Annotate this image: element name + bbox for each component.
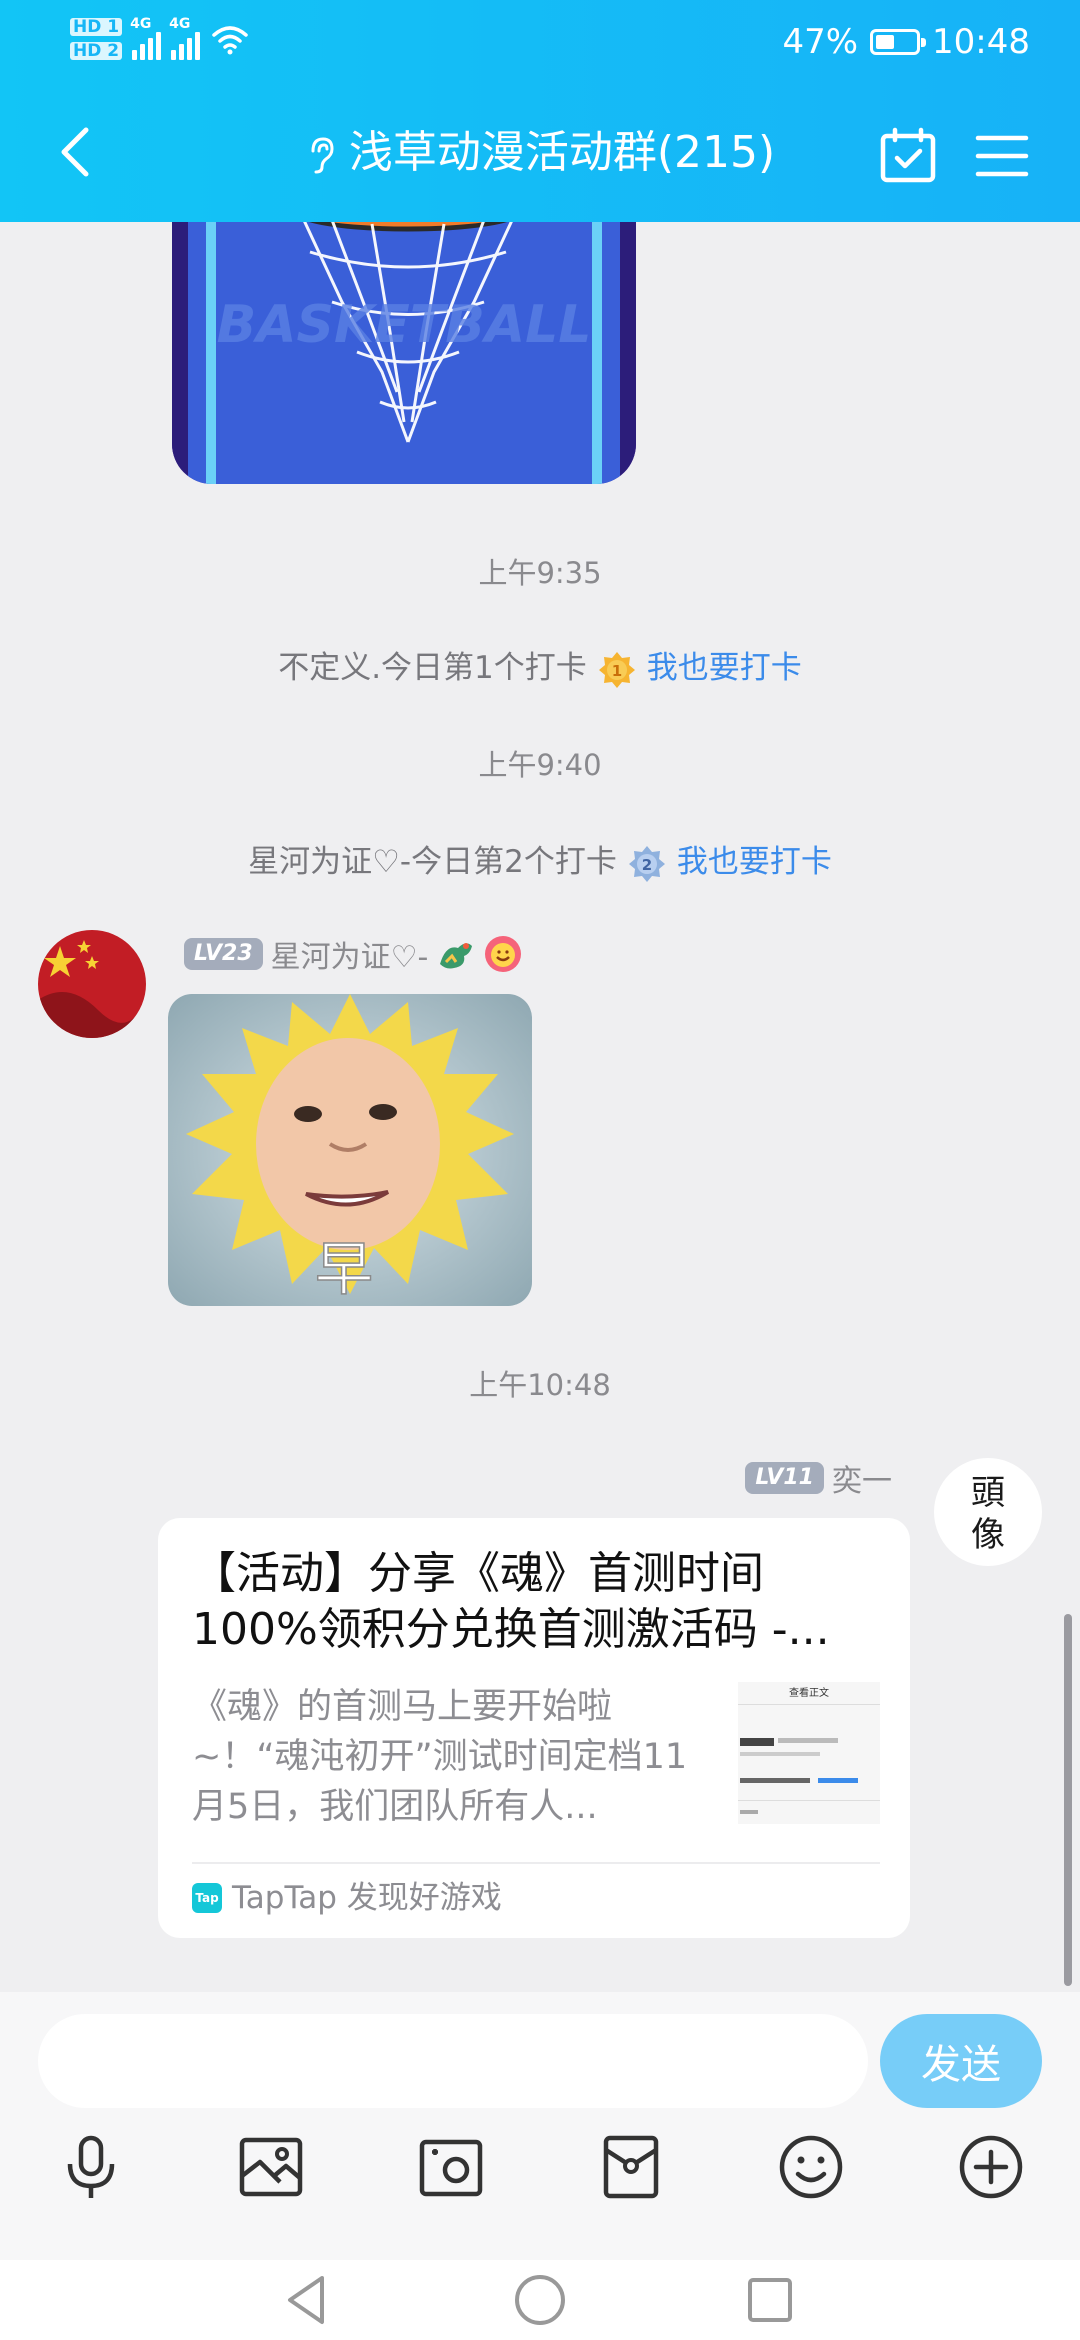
signal-icon: 4G — [169, 16, 201, 60]
group-name: 浅草动漫活动群(215) — [348, 127, 776, 178]
send-button[interactable]: 发送 — [880, 2014, 1042, 2108]
checkin-link[interactable]: 我也要打卡 — [677, 844, 832, 880]
system-nav-bar — [0, 2260, 1080, 2340]
nav-recents-icon[interactable] — [740, 2270, 800, 2330]
clock: 10:48 — [932, 22, 1030, 62]
ear-icon — [311, 137, 334, 174]
chat-area[interactable]: BASKETBALL 上午9:35 不定义.今日第1个打卡 1 我也要打卡 上午… — [0, 222, 1080, 1992]
signal-icon: 4G — [130, 16, 162, 60]
toolbar — [0, 2132, 1080, 2222]
basketball-game-image[interactable]: BASKETBALL — [172, 222, 636, 484]
sender-info: LV11 奕一 — [745, 1456, 892, 1500]
nav-back-icon[interactable] — [278, 2270, 338, 2330]
avatar[interactable] — [38, 930, 146, 1038]
medal-rank: 1 — [612, 662, 622, 680]
avatar-text: 像 — [971, 1515, 1005, 1555]
wifi-icon — [212, 26, 248, 55]
message-input[interactable] — [38, 2014, 868, 2108]
image-icon[interactable] — [236, 2132, 306, 2202]
thumb-title: 查看正文 — [789, 1686, 829, 1699]
card-title: 【活动】分享《魂》首测时间 100%领积分兑换首测激活码 -... — [192, 1546, 882, 1658]
checkin-text: 不定义.今日第1个打卡 — [278, 650, 587, 686]
checkin-link[interactable]: 我也要打卡 — [647, 650, 802, 686]
checkin-text: 星河为证♡-今日第2个打卡 — [248, 844, 617, 880]
battery-percent: 47% — [782, 22, 859, 62]
level-badge: LV11 — [745, 1462, 824, 1494]
card-title-line: 【活动】分享《魂》首测时间 — [192, 1548, 764, 1599]
card-thumbnail: 查看正文 — [738, 1682, 880, 1824]
hd-badges: HD 1 HD 2 — [70, 18, 123, 60]
hd2-badge: HD 2 — [70, 42, 123, 60]
timestamp: 上午9:40 — [478, 748, 602, 782]
nav-home-icon[interactable] — [510, 2270, 570, 2330]
network-indicators: HD 1 HD 2 4G 4G — [70, 16, 250, 60]
source-name: TapTap 发现好游戏 — [232, 1880, 502, 1916]
emoji-icon[interactable] — [776, 2132, 846, 2202]
taptap-logo: Tap — [192, 1883, 222, 1913]
card-source: Tap TapTap 发现好游戏 — [192, 1876, 502, 1920]
battery-icon — [870, 29, 927, 55]
my-avatar[interactable]: 頭 像 — [934, 1458, 1042, 1566]
title-bar: 浅草动漫活动群(215) — [0, 100, 1080, 210]
checkin-notice: 不定义.今日第1个打卡 1 我也要打卡 — [0, 642, 1080, 690]
checkin-notice: 星河为证♡-今日第2个打卡 2 我也要打卡 — [0, 836, 1080, 884]
red-packet-icon[interactable] — [596, 2132, 666, 2202]
avatar-text: 頭 — [971, 1473, 1005, 1513]
network-type-1: 4G — [130, 16, 152, 32]
medal-rank: 2 — [642, 856, 652, 874]
camera-icon[interactable] — [416, 2132, 486, 2202]
status-right: 47% 10:48 — [782, 22, 1030, 62]
smiling-flower-icon — [485, 936, 522, 972]
sender-name[interactable]: 星河为证♡- — [271, 932, 429, 976]
timestamp: 上午10:48 — [469, 1368, 611, 1402]
divider — [192, 1862, 880, 1864]
sender-name[interactable]: 奕一 — [832, 1456, 892, 1500]
plus-icon[interactable] — [956, 2132, 1026, 2202]
dragon-badge-icon — [440, 943, 473, 969]
hd1-badge: HD 1 — [70, 18, 123, 36]
scrollbar[interactable] — [1064, 1614, 1072, 1986]
card-description: 《魂》的首测马上要开始啦~！“魂沌初开”测试时间定档11月5日，我们团队所有人.… — [192, 1687, 688, 1827]
sticker-text: 早 — [315, 1235, 373, 1303]
status-bar: HD 1 HD 2 4G 4G 47% 10:48 — [0, 0, 1080, 90]
header: HD 1 HD 2 4G 4G 47% 10:48 浅草动漫活动群(215) — [0, 0, 1080, 222]
link-card[interactable]: 【活动】分享《魂》首测时间 100%领积分兑换首测激活码 -... 《魂》的首测… — [158, 1518, 910, 1938]
silver-medal-icon: 2 — [628, 845, 665, 882]
sticker-image[interactable]: 早 — [168, 994, 532, 1306]
card-title-line: 100%领积分兑换首测激活码 -... — [192, 1604, 830, 1655]
svg-text:BASKETBALL: BASKETBALL — [217, 295, 592, 355]
level-badge: LV23 — [184, 938, 263, 970]
input-bar: 发送 — [0, 1992, 1080, 2260]
menu-icon[interactable] — [972, 126, 1032, 186]
network-type-2: 4G — [169, 16, 191, 32]
sender-info: LV23 星河为证♡- — [184, 932, 522, 976]
gold-medal-icon: 1 — [598, 651, 635, 688]
timestamp: 上午9:35 — [478, 556, 602, 590]
microphone-icon[interactable] — [56, 2132, 126, 2202]
calendar-check-icon[interactable] — [878, 126, 938, 186]
